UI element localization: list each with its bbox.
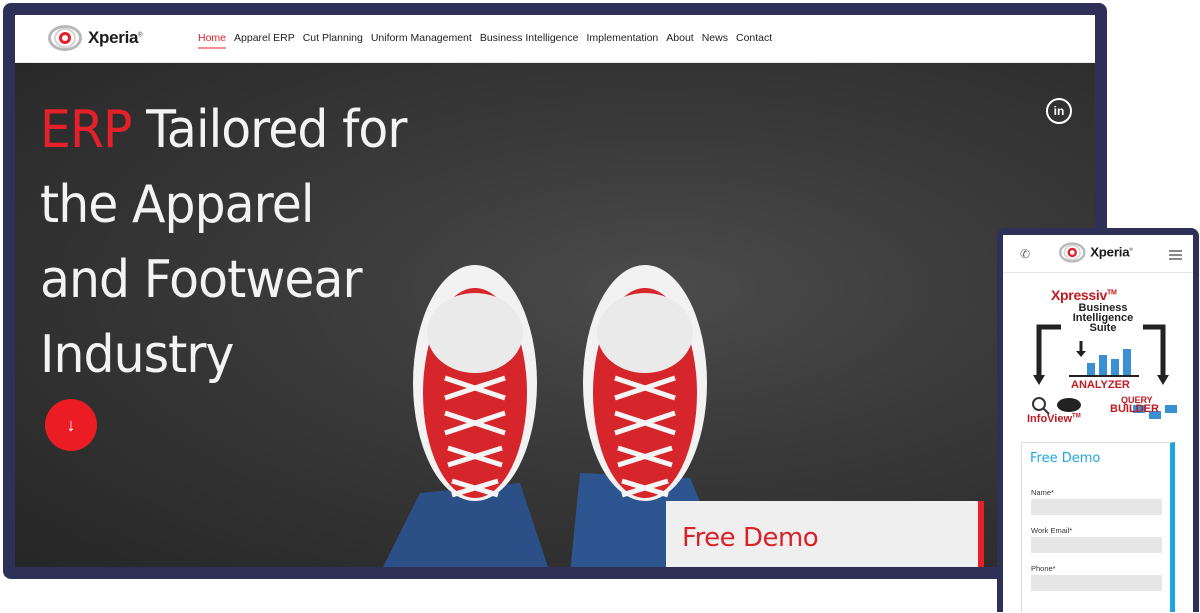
mobile-screen: ✆ Xperia® XpressivTM Business Intelligen… — [1003, 235, 1193, 612]
desktop-header: Xperia® Home Apparel ERP Cut Planning Un… — [15, 15, 1095, 63]
phone-input[interactable] — [1031, 575, 1162, 591]
nav-about[interactable]: About — [666, 32, 693, 48]
main-nav: Home Apparel ERP Cut Planning Uniform Ma… — [198, 32, 780, 49]
scroll-down-button[interactable]: ↓ — [45, 399, 97, 451]
email-input[interactable] — [1031, 537, 1162, 553]
mobile-form-title: Free Demo — [1030, 451, 1101, 466]
mobile-site-logo[interactable]: Xperia® — [1059, 240, 1133, 265]
mobile-device-frame: ✆ Xperia® XpressivTM Business Intelligen… — [997, 228, 1199, 612]
hero-title: ERP Tailored for the Apparel and Footwea… — [40, 100, 407, 385]
nav-uniform-management[interactable]: Uniform Management — [371, 32, 472, 48]
phone-icon[interactable]: ✆ — [1020, 247, 1030, 261]
site-logo[interactable]: Xperia® — [48, 22, 143, 54]
mobile-demo-form: Free Demo Name* Work Email* Phone* — [1021, 442, 1175, 612]
hamburger-menu-icon[interactable] — [1169, 250, 1182, 262]
name-input[interactable] — [1031, 499, 1162, 515]
bi-builder-label: BUILDER — [1110, 403, 1159, 415]
xperia-logo-icon — [48, 22, 84, 54]
nav-implementation[interactable]: Implementation — [586, 32, 658, 48]
linkedin-icon[interactable]: in — [1046, 98, 1072, 124]
bi-infoview-label: InfoViewTM — [1027, 413, 1081, 425]
nav-home[interactable]: Home — [198, 32, 227, 49]
phone-label: Phone* — [1031, 564, 1056, 573]
nav-news[interactable]: News — [702, 32, 728, 48]
desktop-device-frame: Xperia® Home Apparel ERP Cut Planning Un… — [3, 3, 1107, 579]
mobile-header: ✆ Xperia® — [1003, 235, 1193, 273]
name-label: Name* — [1031, 488, 1054, 497]
nav-contact[interactable]: Contact — [736, 32, 772, 48]
arrow-down-icon: ↓ — [66, 414, 76, 435]
desktop-screen: Xperia® Home Apparel ERP Cut Planning Un… — [15, 15, 1095, 567]
email-label: Work Email* — [1031, 526, 1073, 535]
free-demo-title: Free Demo — [682, 523, 819, 553]
xperia-logo-icon — [1059, 240, 1087, 265]
nav-apparel-erp[interactable]: Apparel ERP — [234, 32, 295, 48]
free-demo-panel[interactable]: Free Demo — [666, 501, 984, 567]
mobile-logo-text: Xperia® — [1090, 244, 1133, 260]
hero-section: ERP Tailored for the Apparel and Footwea… — [15, 63, 1095, 567]
logo-text: Xperia® — [88, 28, 143, 47]
nav-business-intelligence[interactable]: Business Intelligence — [480, 32, 579, 48]
bi-suite-graphic: XpressivTM Business Intelligence Suite A… — [1003, 287, 1193, 437]
bi-analyzer-label: ANALYZER — [1071, 379, 1130, 391]
nav-cut-planning[interactable]: Cut Planning — [303, 32, 363, 48]
